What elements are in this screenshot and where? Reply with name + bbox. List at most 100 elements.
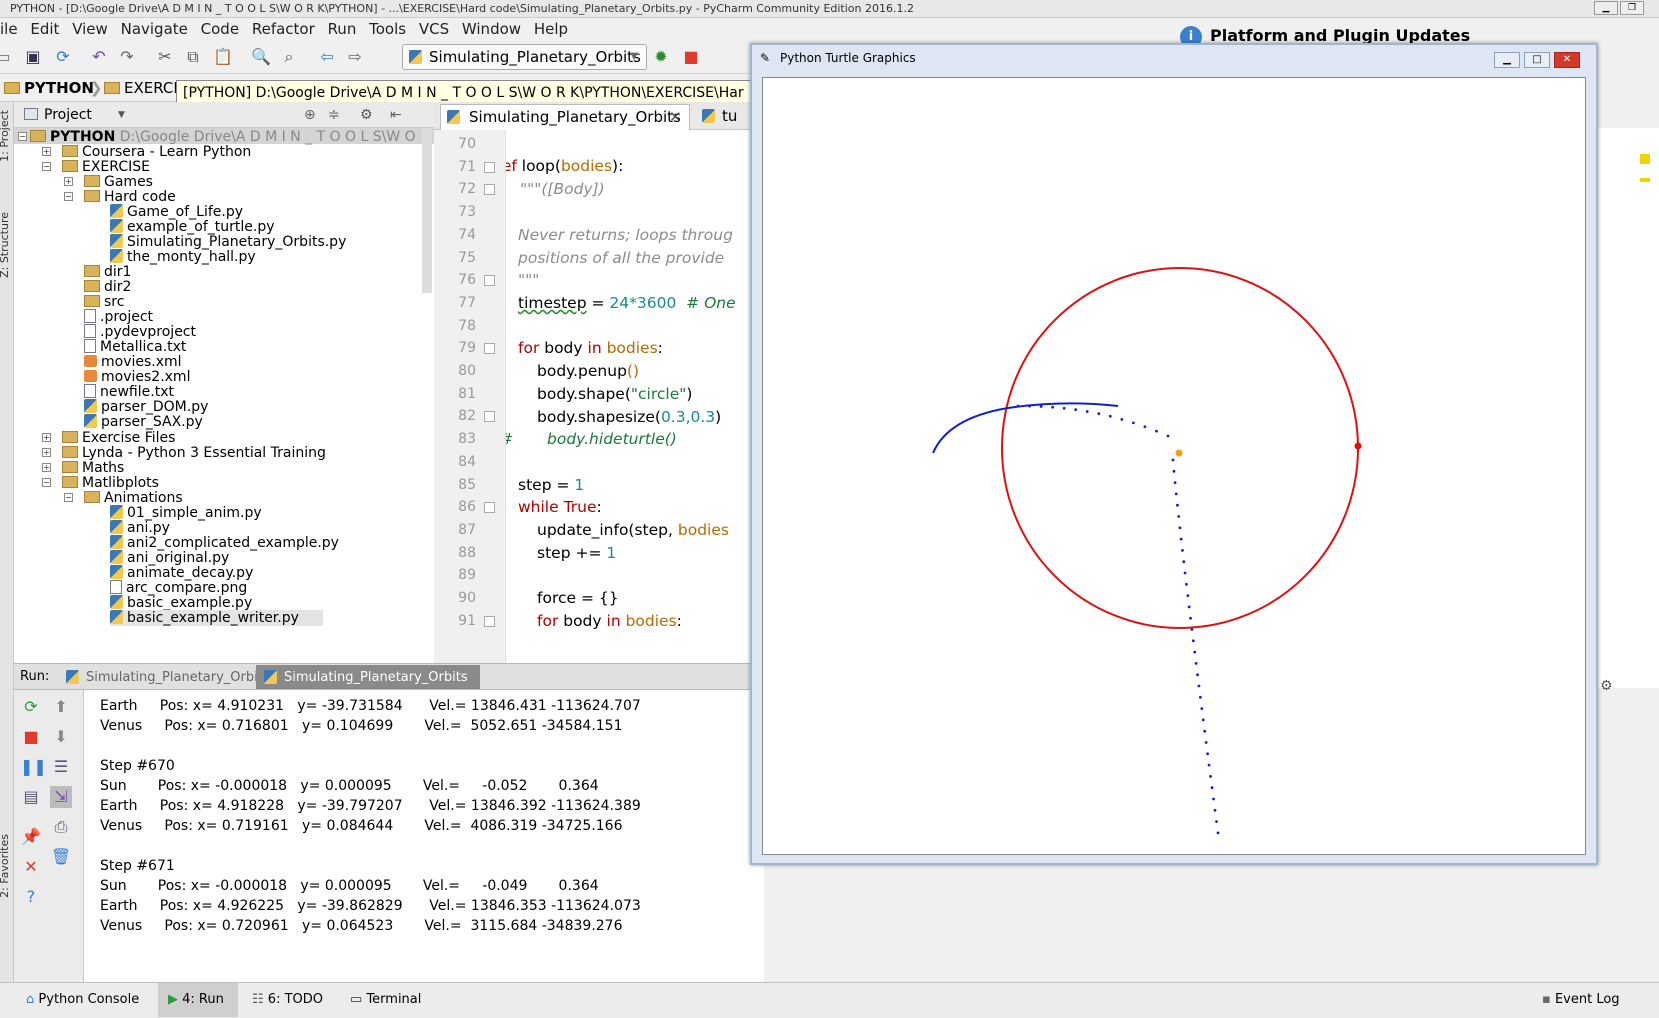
collapse-toggle-icon[interactable]: − — [18, 132, 27, 141]
tree-item[interactable]: newfile.txt — [84, 384, 174, 400]
close-button[interactable]: ✕ — [1554, 52, 1580, 68]
pin-icon[interactable]: 📌 — [20, 826, 42, 848]
close-icon[interactable]: ✕ — [669, 105, 682, 129]
scroll-from-source-icon[interactable]: ⊕ — [304, 102, 316, 128]
redo-icon[interactable]: ↷ — [116, 46, 138, 68]
expand-toggle-icon[interactable]: + — [42, 433, 51, 442]
tree-item[interactable]: example_of_turtle.py — [110, 219, 275, 235]
print-icon[interactable]: ⎙ — [50, 816, 72, 838]
scroll-to-end-icon[interactable]: ⇲ — [50, 786, 72, 808]
tab-favorites[interactable]: 2: Favorites — [0, 834, 11, 898]
tree-item[interactable]: .project — [84, 309, 153, 325]
trash-icon[interactable]: 🗑 — [50, 846, 72, 868]
tree-item[interactable]: the_monty_hall.py — [110, 249, 256, 265]
tree-item[interactable]: Metallica.txt — [84, 339, 186, 355]
tree-item[interactable]: .pydevproject — [84, 324, 196, 340]
fold-marker-icon[interactable] — [484, 161, 495, 173]
terminal-tab[interactable]: ▭ Terminal — [350, 983, 421, 1017]
tree-item[interactable]: parser_DOM.py — [84, 399, 208, 415]
close-icon[interactable]: ✕ — [20, 856, 42, 878]
tree-item[interactable]: Coursera - Learn Python — [62, 144, 251, 160]
run-tab[interactable]: ▶ 4: Run — [158, 983, 238, 1017]
run-tab-2[interactable]: Simulating_Planetary_Orbits — [256, 665, 480, 689]
rerun-icon[interactable]: ⟳ — [20, 696, 42, 718]
collapse-toggle-icon[interactable]: − — [64, 192, 73, 201]
help-icon[interactable]: ? — [20, 886, 42, 908]
stop-icon[interactable]: ■ — [20, 726, 42, 748]
fold-marker-icon[interactable] — [484, 343, 495, 355]
run-tab-1[interactable]: Simulating_Planetary_Orbits — [58, 665, 282, 689]
todo-tab[interactable]: ☷ 6: TODO — [252, 983, 323, 1017]
scrollbar[interactable] — [422, 128, 432, 293]
restore-button[interactable]: ❐ — [1620, 1, 1644, 15]
menu-window[interactable]: Window — [462, 20, 521, 38]
tree-item[interactable]: basic_example_writer.py — [110, 610, 323, 626]
tree-item[interactable]: Games — [84, 174, 153, 190]
menu-view[interactable]: View — [72, 20, 108, 38]
tab-simulating-planetary-orbits[interactable]: Simulating_Planetary_Orbits ✕ — [440, 104, 690, 130]
hide-panel-icon[interactable]: ⇤ — [390, 102, 402, 128]
menu-code[interactable]: Code — [201, 20, 239, 38]
tree-item[interactable]: Lynda - Python 3 Essential Training — [62, 445, 326, 461]
event-log-tab[interactable]: ▪ Event Log — [1542, 983, 1620, 1017]
collapse-toggle-icon[interactable]: − — [42, 478, 51, 487]
tree-item[interactable]: movies.xml — [84, 354, 182, 370]
menu-run[interactable]: Run — [328, 20, 357, 38]
sync-icon[interactable]: ⟳ — [52, 46, 74, 68]
collapse-toggle-icon[interactable]: − — [42, 162, 51, 171]
save-icon[interactable]: ▣ — [22, 46, 44, 68]
expand-toggle-icon[interactable]: + — [64, 177, 73, 186]
up-arrow-icon[interactable]: ⬆ — [50, 696, 72, 718]
expand-toggle-icon[interactable]: + — [42, 147, 51, 156]
stop-icon[interactable]: ■ — [680, 46, 702, 68]
breadcrumb-python[interactable]: PYTHON — [24, 74, 94, 102]
cut-icon[interactable]: ✂ — [154, 46, 176, 68]
tree-item[interactable]: ani.py — [110, 520, 170, 536]
expand-toggle-icon[interactable]: + — [42, 448, 51, 457]
menu-refactor[interactable]: Refactor — [252, 20, 315, 38]
tree-item[interactable]: Hard code — [84, 189, 176, 205]
tree-item[interactable]: basic_example.py — [110, 595, 252, 611]
project-view-select[interactable]: Project — [44, 107, 92, 123]
code-editor[interactable]: def loop(bodies): """([Body]) Never retu… — [506, 130, 760, 663]
run-console-output[interactable]: Earth Pos: x= 4.910231 y= -39.731584 Vel… — [84, 690, 764, 982]
gear-icon[interactable]: ⚙ — [1600, 678, 1613, 694]
tree-item[interactable]: animate_decay.py — [110, 565, 253, 581]
back-icon[interactable]: ⇦ — [316, 46, 338, 68]
minimize-button[interactable]: ▁ — [1494, 52, 1520, 68]
menu-edit[interactable]: Edit — [30, 20, 59, 38]
menu-help[interactable]: Help — [534, 20, 568, 38]
menu-vcs[interactable]: VCS — [419, 20, 449, 38]
chevron-down-icon[interactable]: ▼ — [118, 102, 125, 128]
open-icon[interactable]: ▭ — [0, 46, 14, 68]
collapse-all-icon[interactable]: ≑ — [328, 102, 340, 128]
tree-item[interactable]: Simulating_Planetary_Orbits.py — [110, 234, 346, 250]
tree-item[interactable]: src — [84, 294, 124, 310]
down-arrow-icon[interactable]: ⬇ — [50, 726, 72, 748]
fold-marker-icon[interactable] — [484, 184, 495, 196]
tree-item[interactable]: Exercise Files — [62, 430, 175, 446]
copy-icon[interactable]: ⧉ — [182, 46, 204, 68]
replace-icon[interactable]: ⌕ — [278, 46, 300, 68]
run-configuration-select[interactable]: Simulating_Planetary_Orbits ▼ — [402, 44, 647, 70]
maximize-button[interactable]: □ — [1524, 52, 1550, 68]
fold-marker-icon[interactable] — [484, 502, 495, 514]
turtle-canvas[interactable] — [762, 77, 1586, 855]
expand-toggle-icon[interactable]: + — [42, 463, 51, 472]
soft-wrap-icon[interactable]: ☰ — [50, 756, 72, 778]
tree-item[interactable]: parser_SAX.py — [84, 414, 203, 430]
layout-icon[interactable]: ▤ — [20, 786, 42, 808]
python-console-tab[interactable]: ⌂ Python Console — [26, 983, 139, 1017]
tree-item[interactable]: movies2.xml — [84, 369, 190, 385]
undo-icon[interactable]: ↶ — [88, 46, 110, 68]
tree-item[interactable]: Game_of_Life.py — [110, 204, 243, 220]
tree-item[interactable]: 01_simple_anim.py — [110, 505, 262, 521]
tree-item[interactable]: arc_compare.png — [110, 580, 247, 596]
fold-marker-icon[interactable] — [484, 615, 495, 627]
pause-icon[interactable]: ❚❚ — [20, 756, 47, 778]
gear-icon[interactable]: ⚙ — [360, 102, 373, 128]
minimize-button[interactable]: ▁ — [1594, 1, 1618, 15]
fold-marker-icon[interactable] — [484, 411, 495, 423]
menu-navigate[interactable]: Navigate — [121, 20, 188, 38]
tree-item[interactable]: Maths — [62, 460, 124, 476]
